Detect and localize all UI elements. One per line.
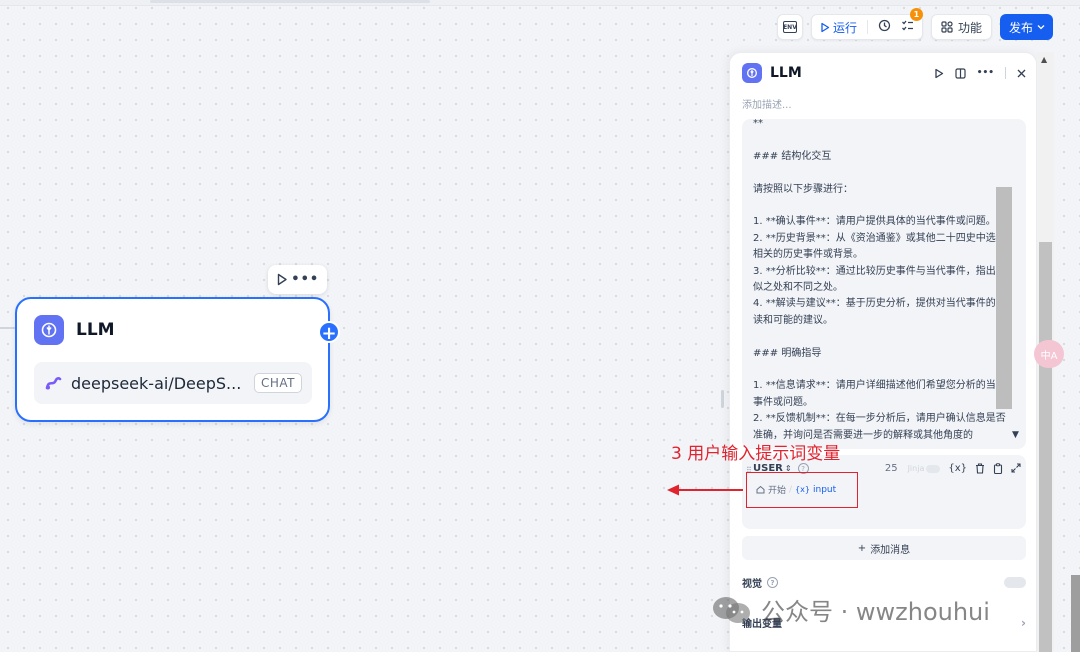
char-count: 25: [884, 463, 898, 474]
prompt-line: 2. **历史背景**：从《资治通鉴》或其他二十四史中选择相关的历史事件或背景。: [753, 232, 1006, 261]
translate-badge[interactable]: 中A: [1034, 340, 1064, 368]
annotation-arrow-icon: [667, 484, 743, 496]
run-label: 运行: [832, 20, 857, 35]
prompt-line: ### 结构化交互: [753, 150, 832, 162]
toolbar: ENV 运行 1 功能 发布: [776, 8, 1053, 40]
system-prompt-editor[interactable]: ** ### 结构化交互请按照以下步骤进行： 1. **确认事件**：请用户提供具体…: [742, 119, 1026, 449]
run-node-icon[interactable]: [276, 273, 288, 286]
more-icon[interactable]: •••: [977, 68, 994, 78]
split-view-icon[interactable]: [955, 67, 966, 79]
description-input[interactable]: 添加描述...: [742, 96, 792, 111]
publish-button[interactable]: 发布: [999, 14, 1053, 40]
prompt-line: **: [753, 119, 763, 129]
checklist-icon[interactable]: 1: [901, 8, 923, 35]
model-selector[interactable]: deepseek-ai/DeepS... CHAT: [34, 362, 312, 404]
apps-icon: [941, 21, 953, 33]
history-icon[interactable]: [878, 19, 891, 35]
plus-icon: +: [857, 542, 867, 554]
watermark-text: 公众号 · wwzhouhui: [761, 598, 990, 626]
vision-toggle[interactable]: [1004, 577, 1026, 588]
outer-scrollbar-thumb[interactable]: [1071, 575, 1080, 652]
more-icon[interactable]: •••: [291, 272, 319, 287]
panel-header: LLM •••: [742, 63, 1026, 83]
llm-icon: [34, 315, 64, 345]
add-message-button[interactable]: + 添加消息: [742, 536, 1026, 560]
add-next-node-button[interactable]: +: [318, 321, 340, 344]
run-group: 运行 1: [810, 8, 923, 40]
node-header: LLM: [34, 315, 115, 345]
watermark: 公众号 · wwzhouhui: [711, 592, 990, 627]
editor-scrollbar-thumb[interactable]: [996, 187, 1012, 409]
env-button[interactable]: ENV: [776, 14, 803, 40]
copy-icon[interactable]: [993, 463, 1003, 474]
vision-label: 视觉: [742, 579, 762, 590]
add-message-label: 添加消息: [870, 544, 911, 556]
node-settings-panel: LLM ••• 添加描述... ** ### 结构化交互请按照以下步骤进行： 1. …: [729, 52, 1037, 652]
node-title: LLM: [76, 320, 115, 340]
close-icon[interactable]: [1017, 69, 1026, 78]
divider: [1005, 67, 1006, 79]
prompt-line: [753, 165, 1007, 181]
vision-setting: 视觉 ?: [742, 575, 1026, 590]
notification-badge: 1: [909, 8, 923, 21]
expand-icon[interactable]: [1011, 463, 1021, 473]
scroll-down-arrow-icon[interactable]: ▼: [1012, 430, 1019, 440]
run-button[interactable]: 运行: [820, 19, 857, 36]
prompt-line: [753, 362, 1007, 378]
model-name: deepseek-ai/DeepS...: [71, 373, 242, 393]
prompt-line: [753, 198, 1007, 214]
llm-node[interactable]: LLM + deepseek-ai/DeepS... CHAT: [15, 297, 340, 422]
prompt-line: 3. **分析比较**：通过比较历史事件与当代事件，指出相似之处和不同之处。: [753, 265, 1006, 294]
system-prompt-text: ** ### 结构化交互请按照以下步骤进行： 1. **确认事件**：请用户提供具体…: [753, 119, 1007, 444]
panel-title: LLM: [770, 65, 802, 81]
prompt-line: 1. **信息请求**：请用户详细描述他们希望您分析的当代事件或问题。: [753, 380, 1006, 408]
run-step-icon[interactable]: [934, 68, 944, 79]
scroll-up-arrow-icon[interactable]: ▲: [1041, 55, 1047, 64]
prompt-line: [753, 132, 1007, 148]
prompt-line: [753, 329, 1007, 345]
llm-icon: [742, 63, 762, 83]
top-strip-bar: [150, 0, 430, 3]
panel-actions: •••: [934, 67, 1026, 79]
divider: [866, 20, 868, 34]
page-scrollbar-thumb[interactable]: [1039, 242, 1052, 652]
play-icon: [821, 22, 830, 32]
features-label: 功能: [957, 20, 982, 35]
annotation-highlight-box: [746, 472, 858, 508]
jinja-label: Jinja: [907, 464, 925, 473]
insert-variable-icon[interactable]: {x}: [948, 463, 967, 474]
publish-label: 发布: [1008, 20, 1033, 35]
env-icon: ENV: [782, 21, 797, 33]
prompt-line: ### 明确指导: [753, 347, 822, 359]
wechat-logo-icon: [713, 596, 750, 623]
prompt-line: 请按照以下步骤进行：: [753, 183, 853, 195]
prompt-line: 1. **确认事件**：请用户提供具体的当代事件或问题。: [753, 216, 996, 228]
prompt-line: 4. **解读与建议**：基于历史分析，提供对当代事件的解读和可能的建议。: [753, 298, 1006, 326]
top-strip: [0, 0, 1080, 6]
node-actions: •••: [268, 265, 327, 294]
message-tools: {x}: [948, 463, 1021, 474]
annotation-label: 3 用户输入提示词变量: [671, 444, 841, 464]
panel-resize-handle[interactable]: [721, 390, 724, 408]
features-button[interactable]: 功能: [930, 14, 992, 40]
chevron-down-icon: [1037, 25, 1045, 30]
mode-badge: CHAT: [253, 373, 302, 393]
deepseek-logo-icon: [45, 377, 62, 390]
jinja-toggle[interactable]: [926, 464, 941, 473]
chevron-right-icon: ›: [1021, 615, 1026, 630]
trash-icon[interactable]: [975, 463, 985, 474]
help-icon[interactable]: ?: [767, 577, 778, 588]
